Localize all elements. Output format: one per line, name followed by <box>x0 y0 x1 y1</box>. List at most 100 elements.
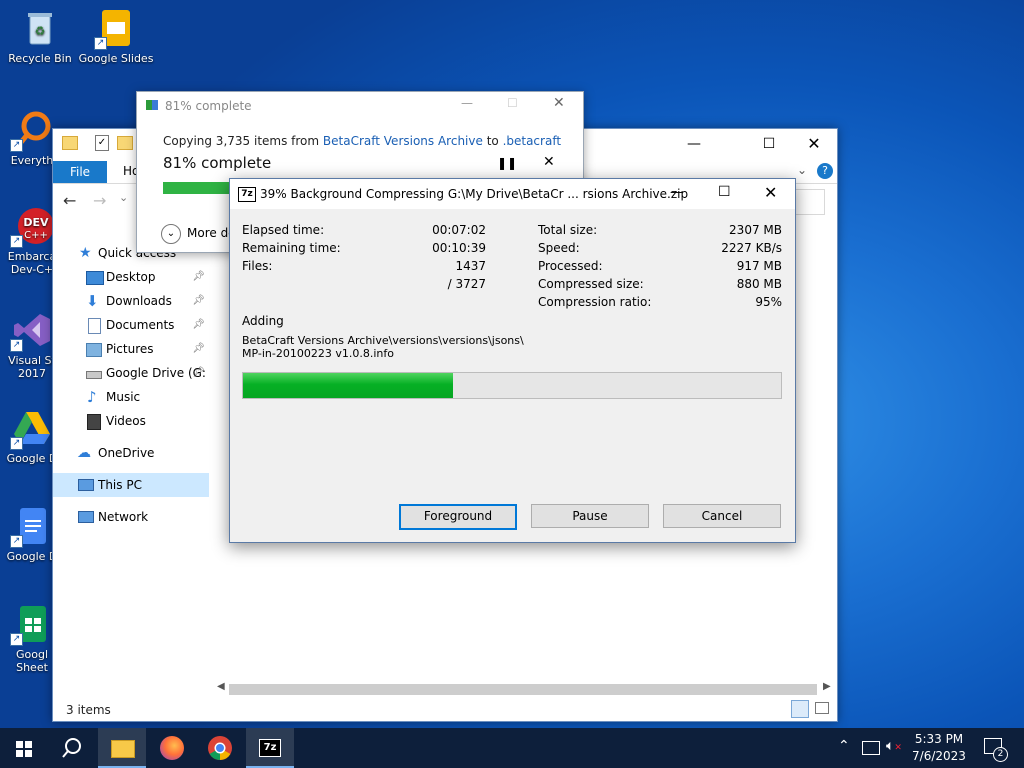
volume-muted-icon[interactable]: 🔈︎✕ <box>886 738 902 754</box>
cancel-copy-icon[interactable]: ✕ <box>543 154 555 170</box>
horizontal-scrollbar[interactable]: ◀ ▶ <box>217 681 835 697</box>
svg-text:♻: ♻ <box>35 24 46 38</box>
maximize-icon[interactable]: ☐ <box>718 184 731 200</box>
shortcut-arrow-icon: ↗ <box>10 535 23 548</box>
minimize-icon[interactable]: — <box>670 185 683 200</box>
nav-label: Pictures <box>106 342 154 356</box>
network-icon <box>78 511 94 523</box>
scrollbar-thumb[interactable] <box>229 684 817 695</box>
nav-music[interactable]: ♪ Music <box>53 385 209 409</box>
navigation-pane: ★ Quick access Desktop 📌︎ ⬇ Downloads 📌︎… <box>53 241 209 681</box>
forward-arrow-icon[interactable]: → <box>93 191 106 210</box>
google-drive-icon: ↗ <box>10 408 52 450</box>
downloads-icon: ⬇ <box>86 292 99 310</box>
speed-value: 2227 KB/s <box>721 241 782 255</box>
current-file-path-line2: MP-in-20100223 v1.0.8.info <box>242 347 394 360</box>
explorer-properties-icon[interactable]: ✓ <box>95 135 109 151</box>
adding-label: Adding <box>242 314 284 328</box>
nav-onedrive[interactable]: ☁ OneDrive <box>53 441 209 465</box>
back-arrow-icon[interactable]: ← <box>63 191 76 210</box>
nav-network[interactable]: Network <box>53 505 209 529</box>
nav-downloads[interactable]: ⬇ Downloads 📌︎ <box>53 289 209 313</box>
pin-icon[interactable]: 📌︎ <box>192 265 205 289</box>
svg-text:DEV: DEV <box>23 216 49 229</box>
nav-documents[interactable]: Documents 📌︎ <box>53 313 209 337</box>
nav-label: OneDrive <box>98 446 155 460</box>
search-button[interactable] <box>48 728 96 768</box>
help-icon[interactable]: ? <box>817 163 833 179</box>
chevron-down-circle-icon: ⌄ <box>161 224 181 244</box>
file-tab[interactable]: File <box>53 161 107 183</box>
nav-pictures[interactable]: Pictures 📌︎ <box>53 337 209 361</box>
chrome-icon <box>208 736 232 760</box>
network-icon[interactable] <box>862 741 880 755</box>
visual-studio-icon: ↗ <box>10 310 52 352</box>
clock-time[interactable]: 5:33 PM <box>913 732 965 746</box>
minimize-icon[interactable]: — <box>461 96 473 110</box>
total-size-value: 2307 MB <box>729 223 782 237</box>
start-button[interactable] <box>0 728 48 768</box>
remaining-value: 00:10:39 <box>432 241 486 255</box>
pause-icon[interactable]: ❚❚ <box>497 156 517 170</box>
close-icon[interactable]: ✕ <box>799 131 829 157</box>
desktop-icon-google-slides[interactable]: ↗ Google Slides <box>76 8 156 65</box>
remaining-label: Remaining time: <box>242 241 341 255</box>
taskbar-7zip[interactable]: 7z <box>246 728 294 768</box>
taskbar-file-explorer[interactable] <box>98 728 146 768</box>
7zip-icon: 7z <box>259 739 281 757</box>
firefox-icon <box>160 736 184 760</box>
files-label: Files: <box>242 259 273 273</box>
large-icons-view-icon[interactable] <box>815 702 829 714</box>
search-box[interactable] <box>793 189 825 215</box>
scroll-left-arrow-icon[interactable]: ◀ <box>217 681 225 692</box>
copy-percent-text: 81% complete <box>163 154 272 172</box>
close-icon[interactable]: ✕ <box>764 183 777 202</box>
speed-label: Speed: <box>538 241 580 255</box>
7zip-progress-dialog[interactable]: 7z 39% Background Compressing G:\My Driv… <box>229 178 796 543</box>
show-hidden-icons-chevron-icon[interactable]: ⌃ <box>838 738 850 754</box>
pin-icon[interactable]: 📌︎ <box>192 361 205 385</box>
7zip-app-icon: 7z <box>238 187 256 202</box>
close-icon[interactable]: ✕ <box>553 95 565 111</box>
nav-google-drive[interactable]: Google Drive (G: 📌︎ <box>53 361 209 385</box>
desktop-icon <box>86 271 104 285</box>
copy-title-bar[interactable]: 81% complete — ☐ ✕ <box>137 92 583 120</box>
nav-label: Videos <box>106 414 146 428</box>
chevron-down-icon[interactable]: ⌄ <box>797 163 807 177</box>
copy-dest-link[interactable]: .betacraft <box>503 134 561 148</box>
item-count: 3 items <box>66 703 111 717</box>
pin-icon[interactable]: 📌︎ <box>192 313 205 337</box>
copy-source-link[interactable]: BetaCraft Versions Archive <box>323 134 483 148</box>
maximize-icon[interactable]: ☐ <box>754 131 784 157</box>
cancel-button[interactable]: Cancel <box>663 504 781 528</box>
taskbar-firefox[interactable] <box>148 728 196 768</box>
shortcut-arrow-icon: ↗ <box>10 339 23 352</box>
nav-label: Network <box>98 510 149 524</box>
scroll-right-arrow-icon[interactable]: ▶ <box>823 681 831 692</box>
pause-button[interactable]: Pause <box>531 504 649 528</box>
details-view-icon[interactable] <box>791 700 809 718</box>
dev-cpp-icon: DEV C++ ↗ <box>10 206 54 248</box>
pin-icon[interactable]: 📌︎ <box>192 289 205 313</box>
clock-date[interactable]: 7/6/2023 <box>909 749 969 763</box>
compression-ratio-value: 95% <box>755 295 782 309</box>
processed-label: Processed: <box>538 259 603 273</box>
explorer-new-folder-icon[interactable] <box>117 136 133 150</box>
desktop-icon-recycle-bin[interactable]: ♻ Recycle Bin <box>0 8 80 65</box>
recent-chevron-icon[interactable]: ⌄ <box>119 191 128 204</box>
shortcut-arrow-icon: ↗ <box>10 633 23 646</box>
nav-label: Music <box>106 390 141 404</box>
compressed-size-label: Compressed size: <box>538 277 644 291</box>
pin-icon[interactable]: 📌︎ <box>192 337 205 361</box>
nav-desktop[interactable]: Desktop 📌︎ <box>53 265 209 289</box>
everything-search-icon: ↗ <box>10 110 52 152</box>
7zip-title-bar[interactable]: 7z 39% Background Compressing G:\My Driv… <box>230 179 795 209</box>
foreground-button[interactable]: Foreground <box>399 504 517 530</box>
shortcut-arrow-icon: ↗ <box>10 139 23 152</box>
taskbar-chrome[interactable] <box>196 728 244 768</box>
star-icon: ★ <box>79 245 92 261</box>
nav-videos[interactable]: Videos <box>53 409 209 433</box>
nav-this-pc[interactable]: This PC <box>53 473 209 497</box>
minimize-icon[interactable]: — <box>679 131 709 157</box>
current-file-path-line1: BetaCraft Versions Archive\versions\vers… <box>242 334 524 347</box>
